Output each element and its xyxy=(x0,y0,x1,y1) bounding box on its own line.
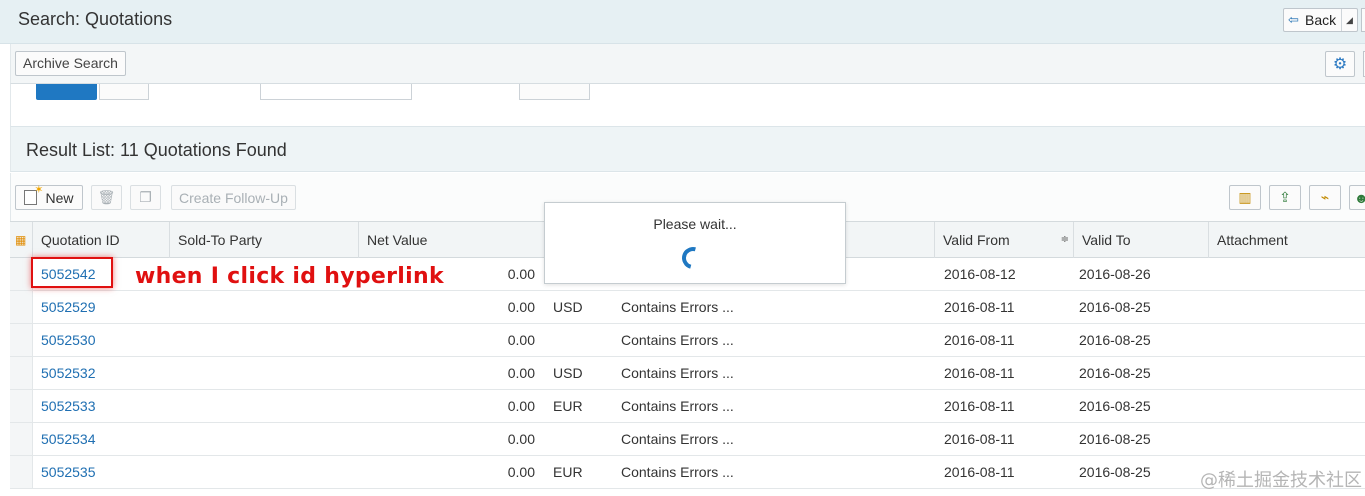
valid-from-cell: 2016-08-11 xyxy=(944,299,1015,315)
valid-to-cell: 2016-08-25 xyxy=(1079,365,1151,381)
valid-from-cell: 2016-08-11 xyxy=(944,365,1015,381)
quotation-id-link[interactable]: 5052530 xyxy=(41,324,96,356)
back-button-label: Back xyxy=(1305,12,1337,28)
copy-icon: ❐ xyxy=(139,189,152,205)
net-value-cell: 0.00 xyxy=(507,332,535,348)
result-list-title: Result List: 11 Quotations Found xyxy=(26,140,287,160)
quotation-id-link[interactable]: 5052534 xyxy=(41,423,96,455)
quotation-id-link[interactable]: 5052532 xyxy=(41,357,96,389)
valid-to-cell: 2016-08-25 xyxy=(1079,332,1151,348)
page-title: Search: Quotations xyxy=(18,9,173,29)
valid-to-cell: 2016-08-26 xyxy=(1079,266,1151,282)
valid-to-cell: 2016-08-25 xyxy=(1079,398,1151,414)
quotation-id-link[interactable]: 5052529 xyxy=(41,291,96,323)
create-follow-up-button[interactable]: Create Follow-Up xyxy=(171,185,296,210)
table-row[interactable]: 5052530 0.00 Contains Errors ... 2016-08… xyxy=(10,324,1365,357)
row-selector[interactable] xyxy=(10,291,33,323)
new-button[interactable]: New xyxy=(15,183,83,210)
valid-from-cell: 2016-08-11 xyxy=(944,398,1015,414)
trash-icon: 🗑 xyxy=(97,189,116,205)
status-cell: Contains Errors ... xyxy=(621,299,734,315)
copy-button[interactable]: ❐ xyxy=(130,185,161,210)
search-criteria-input[interactable] xyxy=(260,84,412,100)
row-selector[interactable] xyxy=(10,456,33,488)
search-toolbar: Archive Search ⚙ xyxy=(10,44,1365,84)
settings-button[interactable]: ⚙ xyxy=(1325,51,1355,77)
status-cell: Contains Errors ... xyxy=(621,398,734,414)
column-header-attachment[interactable]: Attachment xyxy=(1209,222,1365,258)
loading-spinner-icon xyxy=(677,242,709,274)
back-dropdown-icon[interactable]: ◢ xyxy=(1341,9,1357,31)
quotation-id-link[interactable]: 5052535 xyxy=(41,456,96,488)
tag-icon: ⌁ xyxy=(1320,189,1330,205)
back-button[interactable]: ⇦ Back ◢ xyxy=(1283,8,1358,32)
table-row[interactable]: 5052529 0.00 USD Contains Errors ... 201… xyxy=(10,291,1365,324)
status-cell: Contains Errors ... xyxy=(621,431,734,447)
header-overflow-button[interactable] xyxy=(1361,8,1365,32)
table-row[interactable]: 5052535 0.00 EUR Contains Errors ... 201… xyxy=(10,456,1365,489)
gear-icon: ⚙ xyxy=(1332,56,1348,73)
row-selector[interactable] xyxy=(10,390,33,422)
column-select-icon: ▦ xyxy=(15,233,27,247)
currency-cell: EUR xyxy=(553,464,583,480)
valid-to-cell: 2016-08-25 xyxy=(1079,299,1151,315)
quotation-id-link[interactable]: 5052533 xyxy=(41,390,96,422)
column-header-quotation-id[interactable]: Quotation ID xyxy=(33,222,170,258)
search-criteria-strip xyxy=(10,84,1365,126)
export-icon: ⇪ xyxy=(1279,189,1291,205)
column-header-valid-from[interactable]: Valid From ≑ xyxy=(935,222,1074,258)
tag-button[interactable]: ⌁ xyxy=(1309,185,1341,210)
export-button[interactable]: ⇪ xyxy=(1269,185,1301,210)
net-value-cell: 0.00 xyxy=(507,431,535,447)
column-header-valid-to[interactable]: Valid To xyxy=(1074,222,1209,258)
chart-button[interactable]: ▥ xyxy=(1229,185,1261,210)
new-button-label: New xyxy=(45,189,74,206)
table-row[interactable]: 5052533 0.00 EUR Contains Errors ... 201… xyxy=(10,390,1365,423)
valid-to-cell: 2016-08-25 xyxy=(1079,431,1151,447)
row-selector[interactable] xyxy=(10,324,33,356)
currency-cell: USD xyxy=(553,299,583,315)
chart-icon: ▥ xyxy=(1238,189,1252,205)
watermark: @稀土掘金技术社区 xyxy=(1200,470,1362,491)
currency-cell: USD xyxy=(553,365,583,381)
back-arrow-icon: ⇦ xyxy=(1288,12,1299,27)
delete-button[interactable]: 🗑 xyxy=(91,185,122,210)
valid-to-cell: 2016-08-25 xyxy=(1079,464,1151,480)
row-selector[interactable] xyxy=(10,423,33,455)
valid-from-header-label: Valid From xyxy=(943,232,1010,248)
highlight-box xyxy=(31,257,113,288)
net-value-cell: 0.00 xyxy=(507,365,535,381)
net-value-cell: 0.00 xyxy=(507,464,535,480)
net-value-cell: 0.00 xyxy=(507,398,535,414)
personalize-button[interactable]: ☻ xyxy=(1349,185,1365,210)
person-icon: ☻ xyxy=(1354,189,1365,206)
table-row[interactable]: 5052534 0.00 Contains Errors ... 2016-08… xyxy=(10,423,1365,456)
please-wait-text: Please wait... xyxy=(653,216,737,232)
search-button[interactable] xyxy=(36,84,97,100)
result-list-header: Result List: 11 Quotations Found xyxy=(10,126,1365,172)
status-cell: Contains Errors ... xyxy=(621,365,734,381)
currency-cell: EUR xyxy=(553,398,583,414)
status-cell: Contains Errors ... xyxy=(621,332,734,348)
row-selector[interactable] xyxy=(10,357,33,389)
net-value-cell: 0.00 xyxy=(507,266,535,282)
valid-from-cell: 2016-08-11 xyxy=(944,464,1015,480)
new-document-icon xyxy=(24,183,43,205)
clear-button[interactable] xyxy=(99,84,149,100)
archive-search-button[interactable]: Archive Search xyxy=(15,51,126,76)
sort-icon[interactable]: ≑ xyxy=(1061,222,1069,258)
select-column-header[interactable]: ▦ xyxy=(10,222,33,258)
status-cell: Contains Errors ... xyxy=(621,464,734,480)
header-bar: Search: Quotations ⇦ Back ◢ xyxy=(0,0,1365,44)
annotation-text: when I click id hyperlink xyxy=(135,264,444,289)
valid-from-cell: 2016-08-11 xyxy=(944,332,1015,348)
valid-from-cell: 2016-08-12 xyxy=(944,266,1016,282)
valid-from-cell: 2016-08-11 xyxy=(944,431,1015,447)
column-header-sold-to-party[interactable]: Sold-To Party xyxy=(170,222,359,258)
save-search-button[interactable] xyxy=(519,84,590,100)
please-wait-dialog: Please wait... xyxy=(544,202,846,284)
net-value-cell: 0.00 xyxy=(507,299,535,315)
row-selector[interactable] xyxy=(10,258,33,290)
table-row[interactable]: 5052532 0.00 USD Contains Errors ... 201… xyxy=(10,357,1365,390)
